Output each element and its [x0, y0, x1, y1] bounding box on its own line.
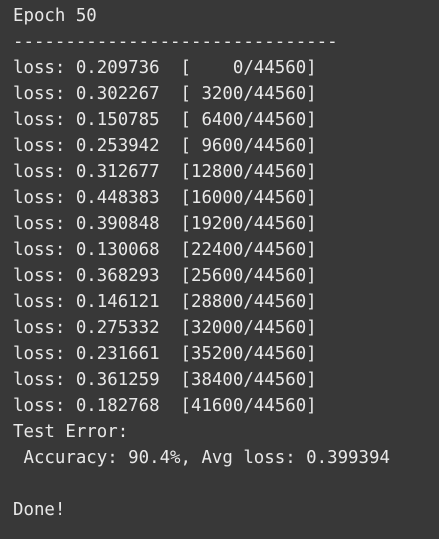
loss-line: loss: 0.146121 [28800/44560]	[13, 292, 317, 312]
separator-line: -------------------------------	[13, 32, 338, 52]
loss-line: loss: 0.390848 [19200/44560]	[13, 214, 317, 234]
loss-line: loss: 0.275332 [32000/44560]	[13, 318, 317, 338]
loss-line: loss: 0.150785 [ 6400/44560]	[13, 110, 317, 130]
loss-line: loss: 0.253942 [ 9600/44560]	[13, 136, 317, 156]
loss-line: loss: 0.182768 [41600/44560]	[13, 396, 317, 416]
loss-line: loss: 0.209736 [ 0/44560]	[13, 58, 317, 78]
accuracy-line: Accuracy: 90.4%, Avg loss: 0.399394	[13, 448, 390, 468]
loss-line: loss: 0.361259 [38400/44560]	[13, 370, 317, 390]
test-error-label: Test Error:	[13, 422, 129, 442]
loss-line: loss: 0.312677 [12800/44560]	[13, 162, 317, 182]
loss-line: loss: 0.231661 [35200/44560]	[13, 344, 317, 364]
loss-line: loss: 0.130068 [22400/44560]	[13, 240, 317, 260]
done-line: Done!	[13, 500, 66, 520]
loss-line: loss: 0.302267 [ 3200/44560]	[13, 84, 317, 104]
console-output: Epoch 50 -------------------------------…	[0, 0, 439, 539]
epoch-header: Epoch 50	[13, 6, 97, 26]
loss-line: loss: 0.448383 [16000/44560]	[13, 188, 317, 208]
loss-line: loss: 0.368293 [25600/44560]	[13, 266, 317, 286]
